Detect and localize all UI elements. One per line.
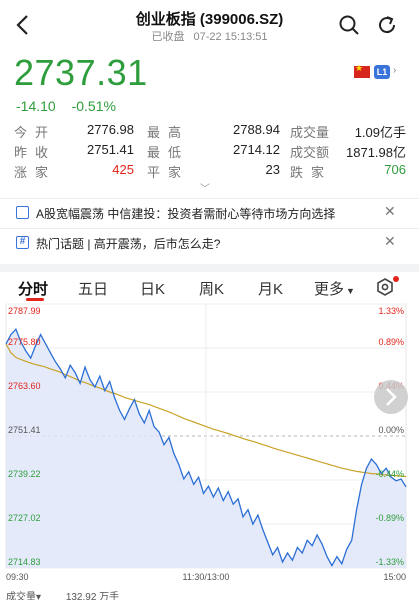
news-text: A股宽幅震荡 中信建投：投资者需耐心等待市场方向选择	[36, 207, 336, 221]
x-tick-label: 15:00	[383, 572, 406, 582]
y-tick-label: 2763.60	[8, 381, 41, 391]
scroll-handle[interactable]	[374, 380, 408, 414]
y-tick-label: 2739.22	[8, 469, 41, 479]
stat-label: 最高	[147, 125, 190, 140]
stat-label: 昨收	[14, 145, 57, 160]
nav-bar: 创业板指 (399006.SZ) 已收盘 07-22 15:13:51	[0, 0, 419, 46]
topic-text: 热门话题 | 高开震荡，后市怎么走?	[36, 237, 221, 251]
stats-row: 昨收 2751.41 最低 2714.12 成交额 1871.98亿	[14, 142, 406, 162]
chevron-right-icon: ›	[393, 65, 397, 76]
stat-value: 2776.98	[87, 122, 134, 137]
y-tick-label: 2787.99	[8, 306, 41, 316]
status-time: 07-22 15:13:51	[193, 31, 268, 43]
y-pct-label: -0.89%	[375, 513, 404, 523]
notification-dot	[393, 276, 399, 282]
refresh-icon[interactable]	[376, 14, 398, 36]
chart-tabs: 分时 五日 日K 周K 月K 更多 ▼	[0, 264, 419, 301]
volume-label: 成交量	[6, 592, 36, 600]
stats-grid: 今开 2776.98 最高 2788.94 成交量 1.09亿手 昨收 2751…	[14, 122, 406, 182]
search-icon[interactable]	[338, 14, 360, 36]
stats-row: 今开 2776.98 最高 2788.94 成交量 1.09亿手	[14, 122, 406, 142]
tab-daily-k[interactable]: 日K	[140, 278, 165, 299]
tab-monthly-k[interactable]: 月K	[258, 278, 283, 299]
stats-row: 涨家 425 平家 23 跌家 706	[14, 162, 406, 182]
tab-five-day[interactable]: 五日	[78, 278, 108, 299]
stat-value: 425	[112, 162, 134, 177]
stat-value: 23	[265, 162, 280, 177]
stat-label: 平家	[147, 165, 190, 180]
y-pct-label: -0.44%	[375, 469, 404, 479]
stat-value: 2788.94	[233, 122, 280, 137]
y-pct-label: 1.33%	[378, 306, 404, 316]
tab-more-label: 更多	[314, 281, 345, 298]
y-tick-label: 2775.80	[8, 337, 41, 347]
topic-item[interactable]: # 热门话题 | 高开震荡，后市怎么走? ✕	[0, 228, 419, 256]
close-icon[interactable]: ✕	[384, 203, 396, 220]
stat-value: 2714.12	[233, 142, 280, 157]
y-tick-label: 2751.41	[8, 425, 41, 435]
y-tick-label: 2727.02	[8, 513, 41, 523]
y-pct-label: -1.33%	[375, 557, 404, 567]
dropdown-triangle-icon: ▾	[36, 592, 42, 600]
stat-value: 1.09亿手	[354, 125, 406, 140]
volume-bar[interactable]: 成交量▾ 132.92 万手	[6, 588, 119, 600]
tab-weekly-k[interactable]: 周K	[199, 278, 224, 299]
level-badge[interactable]: L1	[374, 65, 390, 79]
y-pct-label: 0.89%	[378, 337, 404, 347]
x-tick-label: 09:30	[6, 572, 29, 582]
hashtag-icon: #	[16, 236, 29, 249]
current-price: 2737.31	[14, 52, 148, 93]
change-percent: -0.51%	[71, 98, 116, 114]
expand-chevron-icon[interactable]: ﹀	[200, 180, 210, 195]
close-icon[interactable]: ✕	[384, 233, 396, 250]
change-value: -14.10	[16, 98, 56, 114]
price-change: -14.10 -0.51%	[16, 98, 128, 114]
settings-icon[interactable]	[376, 278, 394, 296]
volume-value: 132.92 万手	[65, 592, 120, 600]
china-flag-icon: ★	[354, 63, 370, 78]
y-pct-label: 0.00%	[378, 425, 404, 435]
news-icon	[16, 206, 29, 219]
stat-label: 最低	[147, 145, 190, 160]
dropdown-triangle-icon: ▼	[346, 286, 355, 296]
stat-value: 1871.98亿	[346, 145, 406, 160]
tab-more[interactable]: 更多 ▼	[314, 278, 355, 299]
stat-value: 2751.41	[87, 142, 134, 157]
news-item[interactable]: A股宽幅震荡 中信建投：投资者需耐心等待市场方向选择 ✕	[0, 198, 419, 226]
status-text: 已收盘	[151, 31, 185, 43]
stat-value: 706	[384, 162, 406, 177]
y-tick-label: 2714.83	[8, 557, 41, 567]
stat-label: 涨家	[14, 165, 57, 180]
intraday-chart[interactable]: 2787.991.33%2775.800.89%2763.600.44%2751…	[0, 298, 419, 588]
x-tick-label: 11:30/13:00	[183, 572, 230, 582]
stat-label: 今开	[14, 125, 57, 140]
tab-intraday[interactable]: 分时	[18, 278, 48, 299]
